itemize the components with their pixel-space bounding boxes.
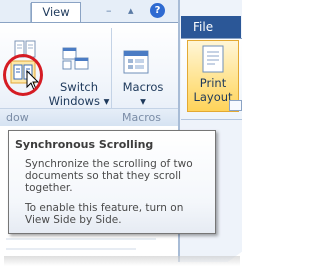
highlight-circle <box>3 54 43 96</box>
group-separator <box>111 28 112 118</box>
switch-windows-button[interactable]: Switch Windows ▾ <box>48 80 110 108</box>
tooltip-description-line-1: Synchronize the scrolling of two <box>25 158 193 170</box>
switch-windows-label-2: Windows ▾ <box>48 94 110 108</box>
help-icon[interactable]: ? <box>150 3 165 18</box>
tab-previous[interactable] <box>0 3 31 22</box>
tooltip-description: Synchronize the scrolling of two documen… <box>25 158 211 194</box>
document-line <box>6 238 156 240</box>
file-tab[interactable]: File <box>181 16 241 38</box>
group-label-window: dow <box>6 111 29 124</box>
macros-label: Macros <box>122 80 164 94</box>
synchronous-scrolling-tooltip: Synchronous Scrolling Synchronize the sc… <box>8 130 216 234</box>
tab-view[interactable]: View <box>31 2 81 23</box>
print-layout-icon <box>202 45 224 73</box>
macros-button[interactable]: Macros ▾ <box>114 80 172 108</box>
torn-edge-shadow <box>4 256 240 266</box>
tooltip-description-line-3: together. <box>25 182 73 194</box>
tooltip-title: Synchronous Scrolling <box>15 138 154 151</box>
macros-icon <box>123 50 149 74</box>
group-label-macros: Macros <box>122 111 162 124</box>
macros-dropdown-arrow: ▾ <box>140 94 146 108</box>
tooltip-note-line-2: View Side by Side. <box>25 214 122 226</box>
pin-ribbon-control[interactable]: ▴ <box>128 5 134 17</box>
ribbon-tab-strip: View – ▴ ? <box>0 0 178 23</box>
tooltip-description-line-2: documents so that they scroll <box>25 170 182 182</box>
small-control-box[interactable] <box>229 100 242 111</box>
tooltip-note-line-1: To enable this feature, turn on <box>25 202 184 214</box>
switch-windows-label-1: Switch <box>59 80 99 94</box>
tooltip-note: To enable this feature, turn on View Sid… <box>25 202 211 226</box>
screenshot: View – ▴ ? Switch Windows ▾ Macros ▾ dow… <box>0 0 242 262</box>
document-line <box>6 248 136 250</box>
minimize-ribbon-control[interactable]: – <box>106 5 112 17</box>
group-label-bar: dow Macros <box>0 108 178 126</box>
print-layout-label-1: Print <box>199 76 227 90</box>
switch-windows-icon <box>62 47 89 70</box>
